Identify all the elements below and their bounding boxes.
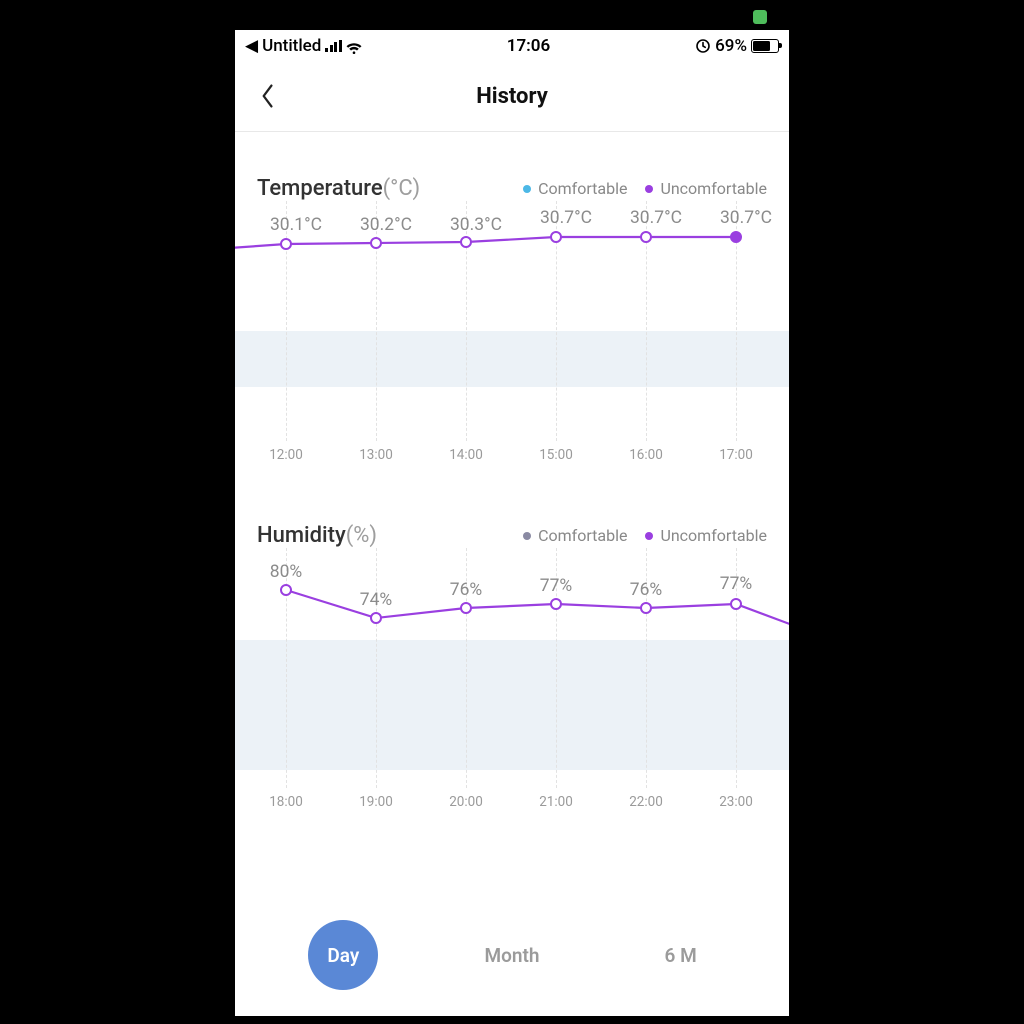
x-tick: 18:00 — [269, 794, 303, 810]
data-label: 30.7°C — [630, 208, 682, 228]
data-label: 30.3°C — [450, 215, 502, 235]
legend-item-uncomfortable: Uncomfortable — [645, 526, 767, 545]
back-to-app-chevron: ◀ — [245, 36, 258, 56]
status-bar-time: 17:06 — [507, 36, 550, 56]
legend-item-comfortable: Comfortable — [523, 526, 627, 545]
data-point[interactable] — [280, 238, 292, 250]
notif-app-icon — [753, 10, 767, 24]
humidity-x-axis: 18:00 19:00 20:00 21:00 22:00 23:00 — [235, 794, 789, 824]
humidity-legend: Comfortable Uncomfortable — [523, 526, 767, 545]
data-label: 30.7°C — [720, 208, 772, 228]
tab-6m[interactable]: 6 M — [646, 920, 716, 990]
x-tick: 14:00 — [449, 447, 483, 463]
temperature-chart-header: Temperature(°C) Comfortable Uncomfortabl… — [235, 176, 789, 201]
android-notif-strip — [233, 6, 791, 30]
temperature-title-text: Temperature — [257, 176, 383, 201]
data-label: 77% — [720, 574, 753, 594]
data-point[interactable] — [370, 612, 382, 624]
cellular-signal-icon — [325, 40, 342, 52]
x-tick: 22:00 — [629, 794, 663, 810]
humidity-plot-svg — [235, 548, 789, 788]
tab-day[interactable]: Day — [308, 920, 378, 990]
temperature-plot-svg — [235, 201, 789, 441]
range-tabs: Day Month 6 M — [235, 900, 789, 1010]
dot-icon — [645, 532, 653, 540]
battery-percent: 69% — [715, 36, 747, 56]
data-point[interactable] — [370, 237, 382, 249]
legend-label: Comfortable — [538, 526, 627, 545]
humidity-unit: (%) — [346, 523, 377, 548]
legend-label: Comfortable — [538, 179, 627, 198]
x-tick: 23:00 — [719, 794, 753, 810]
legend-label: Uncomfortable — [660, 179, 767, 198]
dot-icon — [645, 185, 653, 193]
x-tick: 12:00 — [269, 447, 303, 463]
temperature-unit: (°C) — [383, 176, 420, 201]
tab-month[interactable]: Month — [477, 920, 547, 990]
temperature-chart[interactable]: 30.1°C 30.2°C 30.3°C 30.7°C 30.7°C 30.7°… — [235, 201, 789, 441]
data-label: 30.7°C — [540, 208, 592, 228]
data-point[interactable] — [640, 231, 652, 243]
x-tick: 19:00 — [359, 794, 393, 810]
data-point[interactable] — [460, 236, 472, 248]
data-point[interactable] — [640, 602, 652, 614]
x-tick: 20:00 — [449, 794, 483, 810]
app-header: History — [235, 61, 789, 132]
battery-icon — [751, 39, 779, 53]
status-bar: ◀ Untitled 17:06 69% — [235, 30, 789, 61]
legend-item-comfortable: Comfortable — [523, 179, 627, 198]
back-button[interactable] — [253, 81, 283, 111]
dot-icon — [523, 185, 531, 193]
data-label: 80% — [270, 562, 303, 582]
temperature-x-axis: 12:00 13:00 14:00 15:00 16:00 17:00 — [235, 447, 789, 477]
humidity-chart-title: Humidity(%) — [257, 523, 377, 548]
legend-item-uncomfortable: Uncomfortable — [645, 179, 767, 198]
rotation-lock-icon — [695, 38, 711, 54]
data-label: 76% — [450, 580, 483, 600]
data-point[interactable] — [730, 598, 742, 610]
data-label: 76% — [630, 580, 663, 600]
temperature-legend: Comfortable Uncomfortable — [523, 179, 767, 198]
legend-label: Uncomfortable — [660, 526, 767, 545]
data-point[interactable] — [550, 598, 562, 610]
temperature-chart-title: Temperature(°C) — [257, 176, 420, 201]
data-label: 77% — [540, 576, 573, 596]
humidity-chart[interactable]: 80% 74% 76% 77% 76% 77% — [235, 548, 789, 788]
temperature-section: Temperature(°C) Comfortable Uncomfortabl… — [235, 132, 789, 477]
humidity-title-text: Humidity — [257, 523, 346, 548]
device-frame: ◀ Untitled 17:06 69% History Temperat — [233, 6, 791, 1018]
dot-icon — [523, 532, 531, 540]
data-label: 30.2°C — [360, 215, 412, 235]
humidity-chart-header: Humidity(%) Comfortable Uncomfortable — [235, 523, 789, 548]
data-label: 74% — [360, 590, 393, 610]
back-to-app-name[interactable]: Untitled — [262, 36, 321, 56]
x-tick: 15:00 — [539, 447, 573, 463]
x-tick: 21:00 — [539, 794, 573, 810]
x-tick: 16:00 — [629, 447, 663, 463]
data-label: 30.1°C — [270, 215, 322, 235]
data-point[interactable] — [550, 231, 562, 243]
data-point-current[interactable] — [730, 231, 742, 243]
data-point[interactable] — [280, 584, 292, 596]
wifi-icon — [346, 40, 362, 52]
x-tick: 13:00 — [359, 447, 393, 463]
data-point[interactable] — [460, 602, 472, 614]
page-title: History — [476, 84, 548, 109]
x-tick: 17:00 — [719, 447, 753, 463]
humidity-section: Humidity(%) Comfortable Uncomfortable — [235, 477, 789, 824]
content-area: Temperature(°C) Comfortable Uncomfortabl… — [235, 132, 789, 1016]
